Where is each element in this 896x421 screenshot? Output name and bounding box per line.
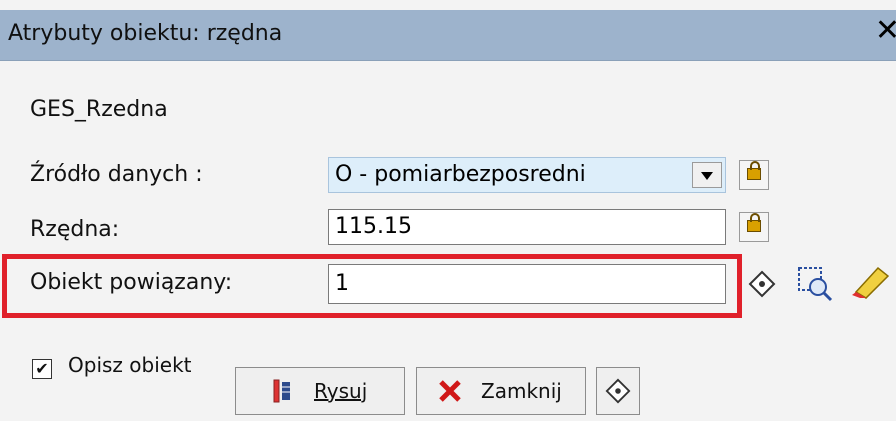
window-title: Atrybuty obiektu: rzędna bbox=[8, 21, 283, 46]
close-button[interactable]: Zamknij bbox=[416, 367, 586, 415]
lock-data-source-button[interactable] bbox=[739, 160, 769, 190]
draw-button-label: Rysuj bbox=[314, 379, 368, 403]
draw-icon bbox=[273, 379, 290, 403]
rzedna-input[interactable]: 115.15 bbox=[328, 209, 726, 245]
rzedna-label: Rzędna: bbox=[30, 217, 120, 242]
chevron-down-icon[interactable] bbox=[692, 162, 722, 188]
attributes-dialog: Atrybuty obiektu: rzędna ✕ GES_Rzedna Źr… bbox=[0, 0, 896, 421]
data-source-value: O - pomiarbezposredni bbox=[335, 162, 586, 187]
title-bar: Atrybuty obiektu: rzędna ✕ bbox=[0, 10, 896, 61]
eraser-icon[interactable] bbox=[848, 262, 892, 300]
lock-icon bbox=[747, 213, 761, 232]
data-source-label: Źródło danych : bbox=[30, 162, 203, 187]
describe-object-label: Opisz obiekt bbox=[68, 353, 192, 377]
data-source-select[interactable]: O - pomiarbezposredni bbox=[328, 157, 726, 193]
close-button-label: Zamknij bbox=[481, 379, 562, 403]
highlight-frame bbox=[2, 254, 742, 318]
lock-icon bbox=[747, 161, 761, 180]
draw-button[interactable]: Rysuj bbox=[235, 367, 405, 415]
target-icon[interactable] bbox=[748, 270, 776, 298]
object-name-label: GES_Rzedna bbox=[30, 97, 168, 122]
pick-point-button[interactable] bbox=[596, 367, 640, 415]
target-icon bbox=[605, 378, 631, 404]
close-icon[interactable]: ✕ bbox=[875, 16, 896, 46]
close-x-icon bbox=[439, 380, 461, 402]
rzedna-value: 115.15 bbox=[335, 214, 412, 239]
lock-rzedna-button[interactable] bbox=[739, 212, 769, 242]
checkmark-icon: ✔ bbox=[35, 359, 49, 378]
describe-object-checkbox[interactable]: ✔ bbox=[32, 359, 52, 379]
select-objects-icon[interactable] bbox=[796, 265, 834, 303]
